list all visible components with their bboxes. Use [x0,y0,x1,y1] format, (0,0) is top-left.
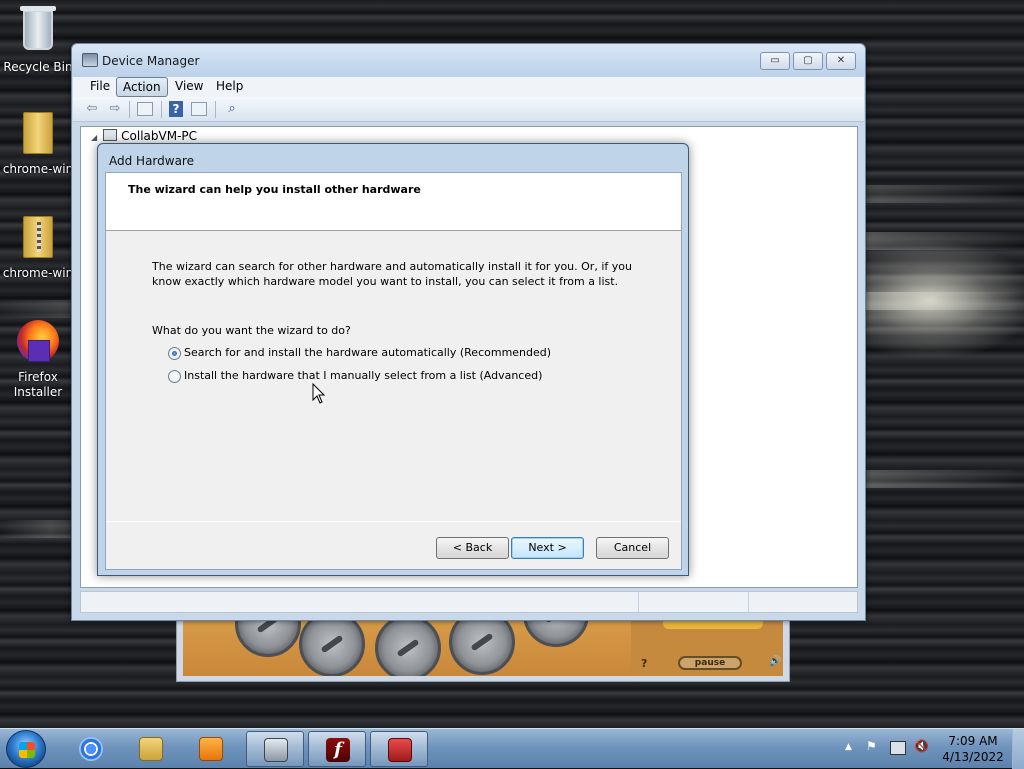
show-desktop-button[interactable] [1012,729,1024,769]
help-icon[interactable]: ? [169,101,183,117]
game-coin [449,621,515,675]
radio-button-selected[interactable] [168,347,181,360]
game-sound-icon[interactable]: 🔊 [769,656,781,667]
wizard-description-line: know exactly which hardware model you wa… [152,275,619,288]
back-button[interactable]: < Back [436,537,509,559]
device-manager-icon [264,738,288,762]
desktop-icon-label: chrome-win [2,266,74,280]
game-banner [663,621,763,629]
game-coin [235,621,301,657]
desktop-icon-label: chrome-win [2,162,74,176]
tree-item-label: CollabVM-PC [121,129,198,143]
game-coin [523,621,589,647]
system-clock[interactable]: 7:09 AM 4/13/2022 [936,733,1010,765]
status-bar-divider [638,592,639,612]
show-hidden-icons-chevron[interactable]: ▲ [845,742,852,752]
window-title: Device Manager [102,54,200,68]
wizard-question: What do you want the wizard to do? [152,324,351,337]
computer-icon [103,129,118,141]
clock-date: 4/13/2022 [942,750,1004,764]
device-manager-icon [82,53,98,67]
network-error-icon[interactable] [890,741,906,755]
cancel-button[interactable]: Cancel [596,537,669,559]
next-button[interactable]: Next > [511,537,584,559]
windows-logo-icon [19,742,35,758]
action-pane-icon[interactable] [191,102,207,116]
maximize-button[interactable]: ▢ [793,52,823,70]
desktop-icon-firefox-installer[interactable]: Firefox Installer [2,318,74,400]
dialog-body: The wizard can help you install other ha… [105,172,682,570]
menu-bar: File Action View Help [73,77,864,97]
zip-folder-icon [16,216,60,262]
start-button[interactable] [6,730,46,768]
firefox-installer-icon [16,320,60,366]
menu-view[interactable]: View [169,77,209,97]
game-coin [375,621,441,676]
radio-button[interactable] [168,370,181,383]
chrome-icon [79,737,103,761]
action-center-flag-icon[interactable]: ⚑ [866,739,877,753]
toolbox-icon [388,738,412,762]
taskbar-app-device-manager[interactable] [246,731,304,767]
desktop-icon-recycle-bin[interactable]: Recycle Bin [2,6,74,75]
taskbar-app-explorer[interactable] [122,731,180,767]
flash-player-icon: f [326,738,350,762]
show-hide-console-tree-icon[interactable] [137,102,153,116]
media-player-icon [199,737,223,761]
folder-icon [16,112,60,158]
menu-help[interactable]: Help [210,77,249,97]
file-explorer-icon [139,737,163,761]
toolbar-separator [215,101,216,118]
game-coin [299,621,365,676]
close-button[interactable]: ✕ [826,52,856,70]
scan-hardware-icon[interactable]: ⌕ [223,101,241,117]
toolbar-separator [161,101,162,118]
status-bar-divider [748,592,749,612]
game-pause-button[interactable]: pause [678,656,742,670]
wizard-header: The wizard can help you install other ha… [106,173,681,231]
taskbar-app-media-player[interactable] [182,731,240,767]
dialog-title: Add Hardware [109,154,194,168]
mouse-cursor-icon [312,383,326,404]
menu-file[interactable]: File [84,77,116,97]
dialog-separator [106,521,681,522]
wizard-description: The wizard can search for other hardware… [152,259,632,289]
clock-time: 7:09 AM [948,734,998,748]
add-hardware-dialog[interactable]: Add Hardware The wizard can help you ins… [97,143,689,576]
toolbar: ⇦ ⇨ ? ⌕ [73,97,864,122]
taskbar-app-toolbox[interactable] [370,731,428,767]
desktop-icon-label: Recycle Bin [3,60,73,74]
recycle-bin-icon [16,6,60,56]
volume-muted-icon[interactable]: 🔇 [914,739,929,753]
status-bar [80,591,858,613]
tree-item-computer[interactable]: ◢ CollabVM-PC [91,129,197,143]
radio-label[interactable]: Install the hardware that I manually sel… [184,369,542,382]
wizard-description-line: The wizard can search for other hardware… [152,260,632,273]
back-arrow-icon[interactable]: ⇦ [83,101,101,117]
game-help-button[interactable]: ? [641,657,647,670]
window-title-bar[interactable]: Device Manager ▭ ▢ ✕ [72,44,865,77]
game-canvas[interactable]: ? pause 🔊 [183,621,783,676]
desktop-icon-chrome-win-zip[interactable]: chrome-win [2,214,74,281]
taskbar: f ▲ ⚑ 🔇 7:09 AM 4/13/2022 [0,728,1024,769]
radio-label[interactable]: Search for and install the hardware auto… [184,346,551,359]
desktop-icon-chrome-win-folder[interactable]: chrome-win [2,110,74,177]
minimize-button[interactable]: ▭ [760,52,790,70]
taskbar-app-flash-player[interactable]: f [308,731,366,767]
toolbar-separator [129,101,130,118]
desktop-icon-label: Firefox Installer [13,370,63,399]
taskbar-app-chrome[interactable] [62,731,120,767]
background-game-window[interactable]: ? pause 🔊 [176,618,790,682]
expand-arrow-icon[interactable]: ◢ [91,133,97,142]
menu-action[interactable]: Action [116,77,168,97]
wizard-header-title: The wizard can help you install other ha… [128,183,421,196]
forward-arrow-icon[interactable]: ⇨ [106,101,124,117]
